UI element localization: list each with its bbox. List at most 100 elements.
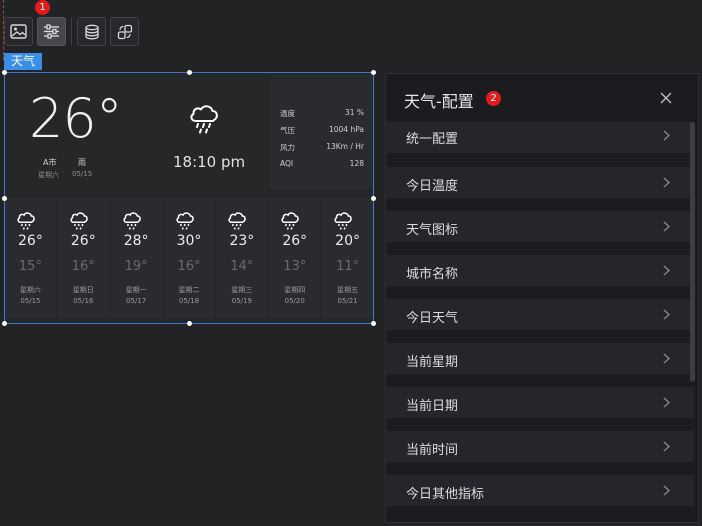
config-item-city-name[interactable]: 城市名称 bbox=[386, 255, 694, 286]
config-item-unified[interactable]: 统一配置 bbox=[386, 122, 694, 153]
forecast-day: 26° 13° 星期四 05/20 bbox=[269, 199, 321, 319]
forecast-row: 26° 15° 星期六 05/15 26° 16° 星期日 05/16 28° … bbox=[5, 199, 374, 323]
image-button[interactable] bbox=[4, 17, 33, 46]
forecast-weekday: 星期一 bbox=[125, 286, 147, 294]
chevron-right-icon bbox=[663, 130, 670, 141]
forecast-high: 26° bbox=[282, 233, 308, 249]
rain-cloud-icon bbox=[334, 212, 352, 230]
panel-header: 天气-配置 2 bbox=[386, 74, 698, 122]
resize-handle[interactable] bbox=[2, 70, 7, 75]
resize-handle[interactable] bbox=[371, 70, 376, 75]
forecast-low: 11° bbox=[336, 259, 360, 274]
metric-label: 温度 bbox=[280, 109, 295, 118]
metric-value: 1004 hPa bbox=[328, 125, 364, 134]
forecast-day: 23° 14° 星期三 05/19 bbox=[216, 199, 268, 319]
config-item-label: 当前星期 bbox=[406, 355, 459, 370]
metric-label: AQI bbox=[280, 159, 294, 168]
resize-handle[interactable] bbox=[371, 196, 376, 201]
config-item-current-time[interactable]: 当前时间 bbox=[386, 431, 694, 462]
settings-button[interactable] bbox=[37, 17, 66, 46]
forecast-weekday: 星期日 bbox=[72, 286, 94, 294]
forecast-day: 26° 16° 星期日 05/16 bbox=[57, 199, 109, 319]
forecast-high: 23° bbox=[229, 233, 255, 249]
forecast-day: 28° 19° 星期一 05/17 bbox=[110, 199, 162, 319]
rain-cloud-icon bbox=[123, 212, 141, 230]
resize-handle[interactable] bbox=[2, 321, 7, 326]
resize-handle[interactable] bbox=[187, 70, 192, 75]
resize-handle[interactable] bbox=[187, 321, 192, 326]
forecast-weekday: 星期五 bbox=[337, 286, 359, 294]
config-item-label: 天气图标 bbox=[406, 223, 459, 238]
panel-scrollbar[interactable] bbox=[690, 122, 695, 382]
database-icon bbox=[84, 24, 99, 39]
current-condition: 雨 bbox=[78, 158, 86, 167]
config-item-label: 当前日期 bbox=[406, 399, 459, 414]
chevron-right-icon bbox=[663, 397, 670, 408]
metric-label: 风力 bbox=[280, 143, 295, 152]
metric-value: 13Km / Hr bbox=[326, 142, 364, 151]
config-item-today-temperature[interactable]: 今日温度 bbox=[386, 167, 694, 198]
forecast-date: 05/19 bbox=[231, 297, 252, 305]
close-icon[interactable] bbox=[658, 90, 674, 106]
forecast-high: 26° bbox=[70, 233, 96, 249]
chevron-right-icon bbox=[663, 441, 670, 452]
resize-handle[interactable] bbox=[371, 321, 376, 326]
forecast-date: 05/18 bbox=[178, 297, 200, 305]
config-item-other-metrics[interactable]: 今日其他指标 bbox=[386, 475, 694, 506]
forecast-day: 20° 11° 星期五 05/21 bbox=[322, 199, 374, 319]
rain-cloud-icon bbox=[187, 103, 221, 139]
widget-tag[interactable]: 天气 bbox=[4, 53, 43, 70]
chevron-right-icon bbox=[663, 485, 670, 496]
weather-widget[interactable]: 26° A市 雨 星期六 05/15 18:10 pm 温度 31 % 气压 1… bbox=[2, 70, 376, 326]
config-item-label: 当前时间 bbox=[406, 443, 459, 458]
forecast-date: 05/20 bbox=[284, 297, 305, 305]
chevron-right-icon bbox=[663, 353, 670, 364]
toolbar-divider bbox=[71, 17, 72, 46]
image-icon bbox=[10, 24, 27, 39]
metrics-panel: 温度 31 % 气压 1004 hPa 风力 13Km / Hr AQI 128 bbox=[270, 75, 372, 189]
rain-cloud-icon bbox=[70, 212, 88, 230]
forecast-high: 26° bbox=[18, 233, 43, 249]
forecast-weekday: 星期三 bbox=[231, 286, 253, 294]
rain-cloud-icon bbox=[281, 212, 300, 230]
config-item-current-weekday[interactable]: 当前星期 bbox=[386, 343, 694, 374]
config-item-label: 城市名称 bbox=[406, 267, 459, 282]
metric-value: 128 bbox=[349, 159, 364, 168]
config-item-current-date[interactable]: 当前日期 bbox=[386, 387, 694, 418]
chevron-right-icon bbox=[663, 309, 670, 320]
resize-handle[interactable] bbox=[2, 196, 7, 201]
forecast-high: 28° bbox=[123, 233, 149, 249]
chevron-right-icon bbox=[663, 265, 670, 276]
chevron-right-icon bbox=[663, 221, 670, 232]
step-badge-2: 2 bbox=[486, 91, 501, 106]
forecast-low: 16° bbox=[71, 259, 95, 274]
config-item-weather-icon[interactable]: 天气图标 bbox=[386, 211, 694, 242]
step-badge-1: 1 bbox=[35, 0, 50, 15]
settings-sliders-icon bbox=[44, 24, 59, 39]
forecast-date: 05/21 bbox=[337, 297, 358, 305]
forecast-low: 14° bbox=[230, 259, 254, 274]
forecast-day: 26° 15° 星期六 05/15 bbox=[5, 199, 56, 319]
forecast-high: 20° bbox=[335, 233, 360, 249]
forecast-low: 13° bbox=[283, 259, 307, 274]
rain-cloud-icon bbox=[175, 212, 194, 230]
config-item-label: 今日温度 bbox=[406, 179, 459, 194]
forecast-high: 30° bbox=[176, 233, 202, 249]
data-source-button[interactable] bbox=[77, 17, 106, 46]
forecast-low: 15° bbox=[18, 259, 42, 274]
rain-cloud-icon bbox=[17, 212, 35, 230]
toolbar bbox=[4, 17, 139, 46]
forecast-date: 05/17 bbox=[126, 297, 147, 305]
current-date: 05/15 bbox=[72, 170, 93, 178]
current-temperature: 26° bbox=[29, 87, 123, 150]
forecast-weekday: 星期二 bbox=[178, 286, 200, 294]
chevron-right-icon bbox=[663, 177, 670, 188]
link-exchange-icon bbox=[117, 24, 132, 39]
current-weekday: 星期六 bbox=[38, 171, 59, 179]
city-name: A市 bbox=[43, 158, 57, 167]
interaction-button[interactable] bbox=[110, 17, 139, 46]
metric-value: 31 % bbox=[344, 108, 364, 117]
forecast-weekday: 星期六 bbox=[19, 286, 41, 294]
config-item-today-weather[interactable]: 今日天气 bbox=[386, 299, 694, 330]
panel-title: 天气-配置 bbox=[404, 92, 474, 111]
